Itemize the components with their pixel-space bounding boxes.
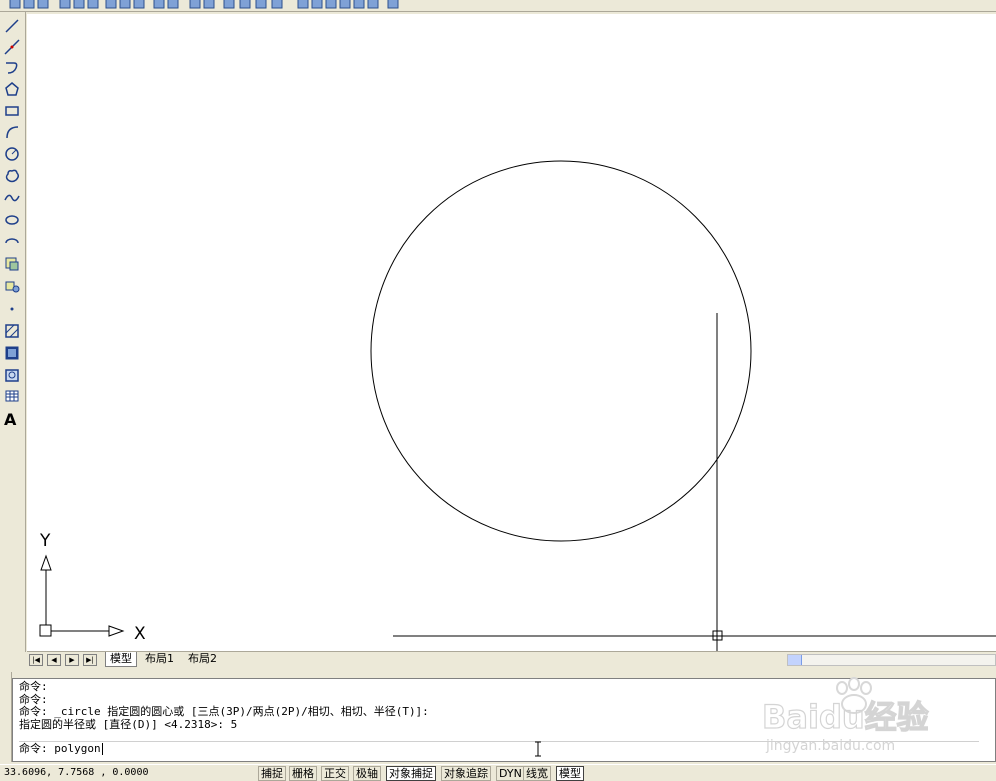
insert-block-icon[interactable] — [4, 256, 20, 272]
grid-toggle[interactable]: 栅格 — [289, 766, 317, 781]
designcenter-icon[interactable] — [310, 0, 324, 10]
coordinate-readout: 33.6096, 7.7568 , 0.0000 — [4, 767, 149, 778]
help-icon[interactable] — [386, 0, 400, 10]
region-icon[interactable] — [4, 367, 20, 383]
i-beam-cursor-icon — [535, 741, 541, 757]
osnap-toggle[interactable]: 对象捕捉 — [386, 766, 436, 781]
scroll-left-button[interactable] — [788, 655, 802, 665]
snap-toggle[interactable]: 捕捉 — [258, 766, 286, 781]
last-tab-button[interactable]: ▶| — [83, 654, 97, 666]
command-history-line: 命令: _circle 指定圆的圆心或 [三点(3P)/两点(2P)/相切、相切… — [19, 705, 429, 718]
zoom-window-icon[interactable] — [254, 0, 268, 10]
next-tab-button[interactable]: ▶ — [65, 654, 79, 666]
layout-tabs-bar: |◀ ◀ ▶ ▶| 模型 布局1 布局2 — [27, 651, 996, 667]
command-window: 命令: 命令: 命令: _circle 指定圆的圆心或 [三点(3P)/两点(2… — [12, 678, 996, 762]
ucs-y-label: Y — [39, 531, 51, 551]
hatch-icon[interactable] — [4, 323, 20, 339]
markup-icon[interactable] — [352, 0, 366, 10]
first-tab-button[interactable]: |◀ — [29, 654, 43, 666]
prev-tab-button[interactable]: ◀ — [47, 654, 61, 666]
horizontal-scrollbar[interactable] — [787, 654, 996, 666]
ucs-x-label: X — [134, 624, 146, 644]
tab-layout2[interactable]: 布局2 — [184, 652, 221, 667]
pan-icon[interactable] — [222, 0, 236, 10]
command-input-text: 命令: polygon — [19, 742, 101, 755]
dyn-toggle[interactable]: DYN — [496, 766, 525, 781]
spline-icon[interactable] — [4, 190, 20, 206]
publish-icon[interactable] — [86, 0, 100, 10]
undo-icon[interactable] — [188, 0, 202, 10]
standard-toolbar — [0, 0, 996, 12]
command-history: 命令: 命令: 命令: _circle 指定圆的圆心或 [三点(3P)/两点(2… — [19, 680, 979, 739]
lineweight-toggle[interactable]: 线宽 — [523, 766, 551, 781]
draw-toolbar: A — [0, 12, 26, 652]
tab-layout1[interactable]: 布局1 — [141, 652, 178, 667]
line-icon[interactable] — [4, 18, 20, 34]
zoom-previous-icon[interactable] — [270, 0, 284, 10]
polygon-icon[interactable] — [4, 81, 20, 97]
ucs-icon: Y X — [39, 531, 146, 644]
polyline-icon[interactable] — [4, 60, 20, 76]
command-window-handle[interactable] — [0, 672, 12, 762]
revision-cloud-icon[interactable] — [4, 168, 20, 184]
open-icon[interactable] — [22, 0, 36, 10]
circle-icon[interactable] — [4, 146, 20, 162]
rectangle-icon[interactable] — [4, 103, 20, 119]
cut-icon[interactable] — [104, 0, 118, 10]
gradient-icon[interactable] — [4, 345, 20, 361]
point-icon[interactable] — [4, 300, 20, 316]
model-space-toggle[interactable]: 模型 — [556, 766, 584, 781]
ellipse-arc-icon[interactable] — [4, 234, 20, 250]
properties-icon[interactable] — [296, 0, 310, 10]
save-icon[interactable] — [36, 0, 50, 10]
zoom-realtime-icon[interactable] — [238, 0, 252, 10]
ortho-toggle[interactable]: 正交 — [321, 766, 349, 781]
make-block-icon[interactable] — [4, 278, 20, 294]
calc-icon[interactable] — [366, 0, 380, 10]
multiline-text-icon[interactable]: A — [4, 410, 20, 429]
tab-model[interactable]: 模型 — [105, 652, 137, 667]
ellipse-icon[interactable] — [4, 212, 20, 228]
command-history-line: 指定圆的半径或 [直径(D)] <4.2318>: 5 — [19, 717, 238, 731]
sheetset-icon[interactable] — [338, 0, 352, 10]
preview-icon[interactable] — [72, 0, 86, 10]
toolpalette-icon[interactable] — [324, 0, 338, 10]
new-icon[interactable] — [8, 0, 22, 10]
arc-icon[interactable] — [4, 124, 20, 140]
command-input[interactable]: 命令: polygon — [19, 741, 979, 755]
construction-line-icon[interactable] — [4, 39, 20, 55]
paste-icon[interactable] — [132, 0, 146, 10]
command-history-line: 命令: — [19, 680, 48, 693]
text-caret — [101, 743, 103, 755]
otrack-toggle[interactable]: 对象追踪 — [441, 766, 491, 781]
drawing-canvas[interactable]: Y X — [27, 14, 996, 653]
table-icon[interactable] — [4, 388, 20, 404]
redo-icon[interactable] — [202, 0, 216, 10]
copy-icon[interactable] — [118, 0, 132, 10]
plot-icon[interactable] — [58, 0, 72, 10]
circle-entity[interactable] — [370, 160, 752, 542]
status-bar: 33.6096, 7.7568 , 0.0000 捕捉 栅格 正交 极轴 对象捕… — [0, 764, 996, 781]
polar-toggle[interactable]: 极轴 — [353, 766, 381, 781]
match-icon[interactable] — [152, 0, 166, 10]
brush-icon[interactable] — [166, 0, 180, 10]
